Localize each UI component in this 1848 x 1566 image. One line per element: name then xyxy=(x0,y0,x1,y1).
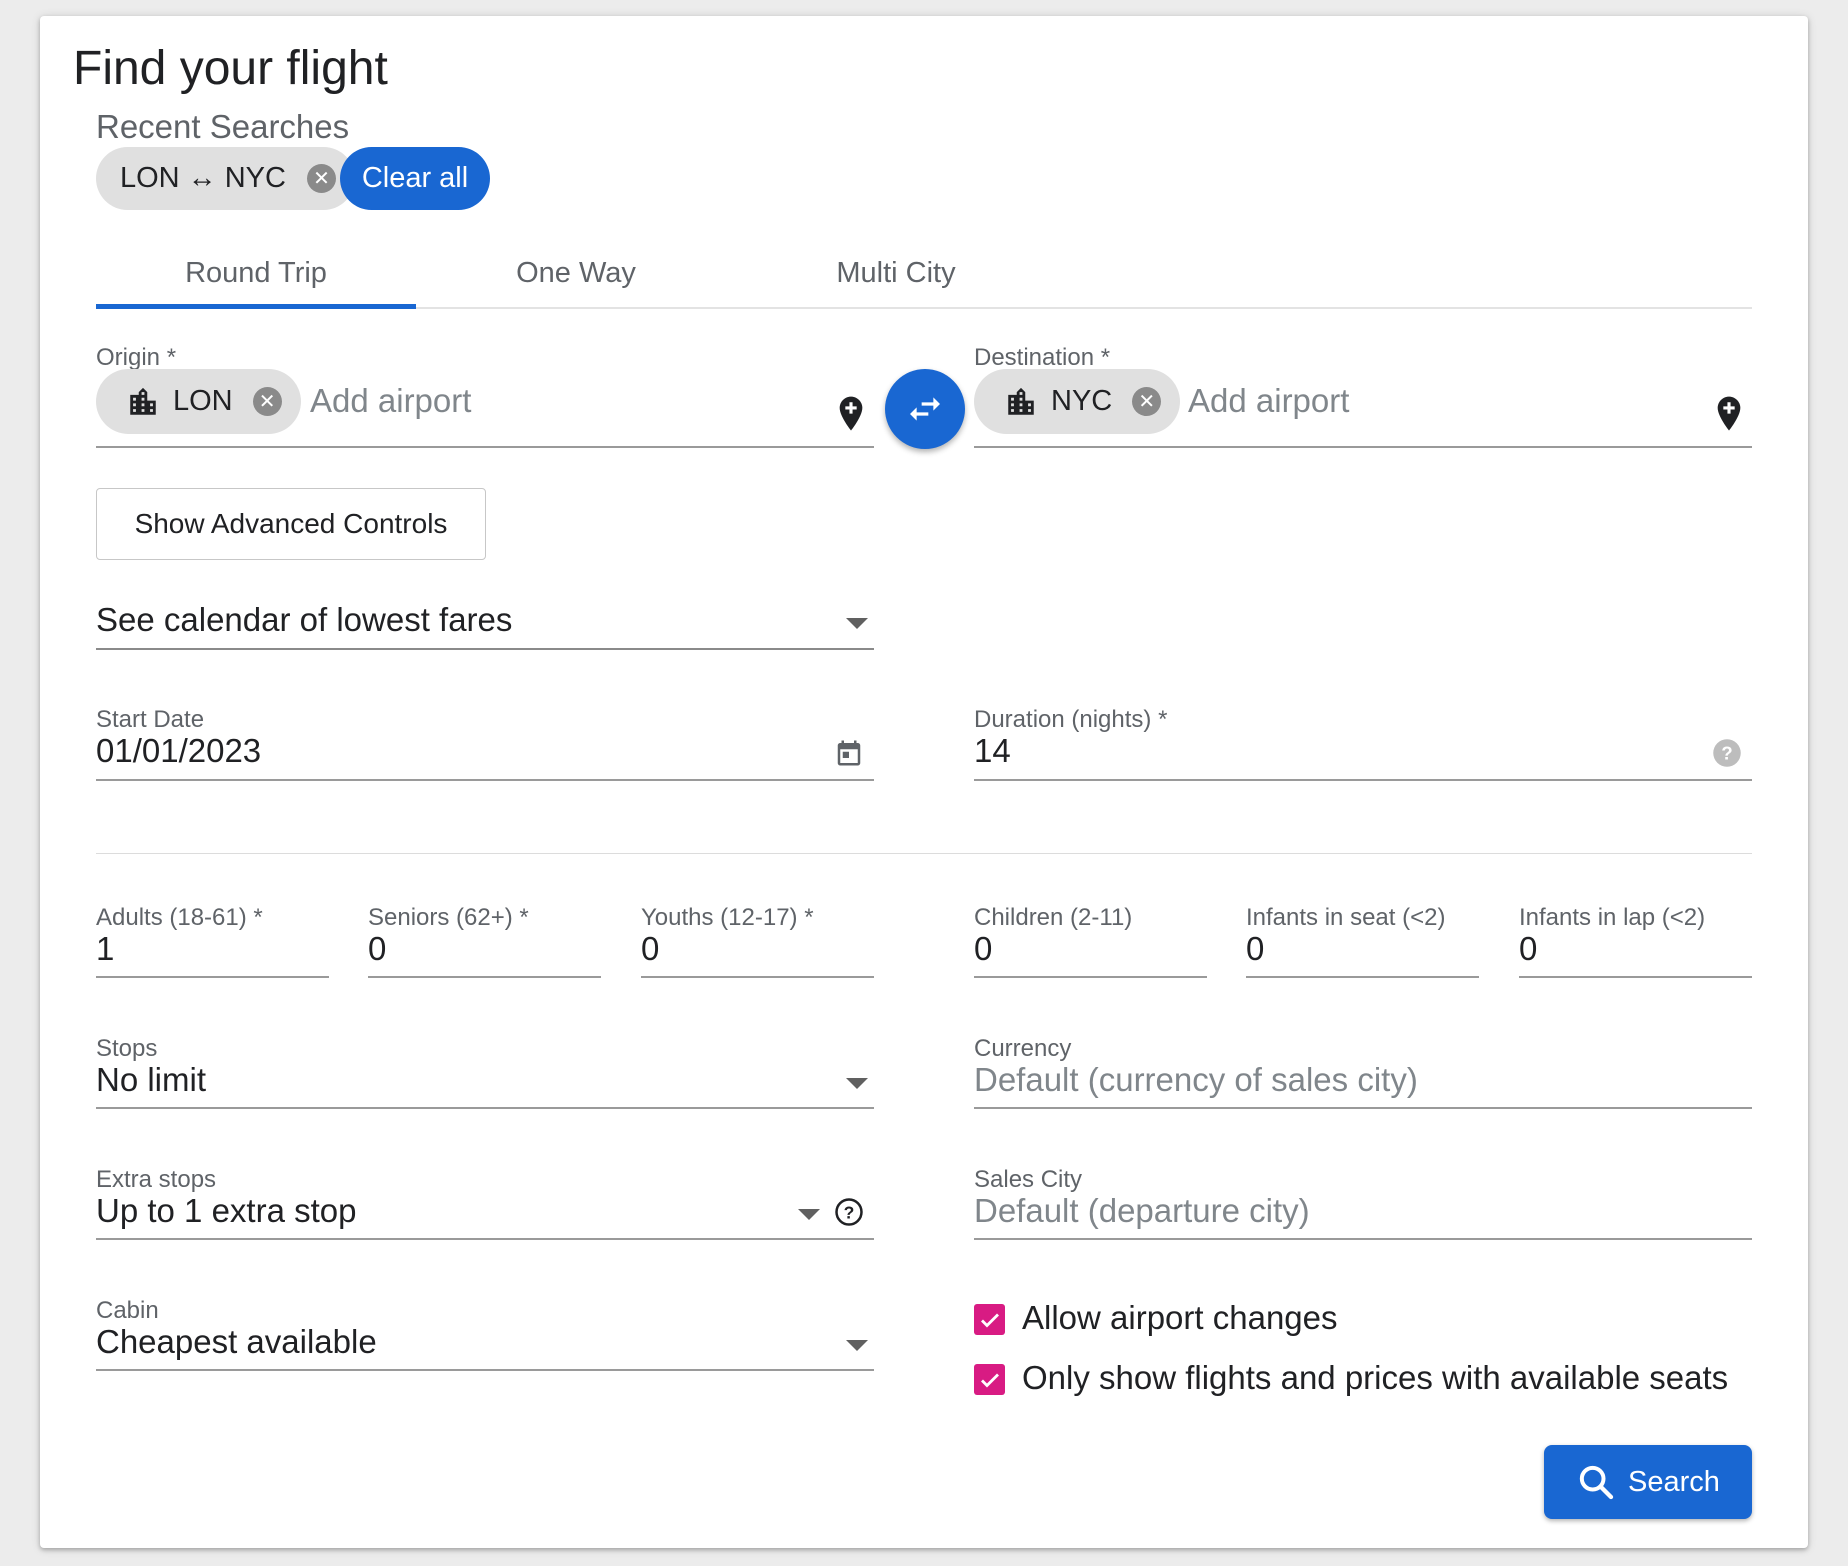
city-icon xyxy=(1008,387,1034,415)
currency-input[interactable]: Default (currency of sales city) xyxy=(974,1061,1418,1099)
origin-chip-label: LON xyxy=(173,385,233,417)
infants-lap-underline xyxy=(1519,976,1752,978)
city-icon xyxy=(130,387,156,415)
sales-city-label: Sales City xyxy=(974,1166,1083,1193)
destination-underline xyxy=(974,446,1752,448)
origin-chip[interactable]: LON ✕ xyxy=(96,369,301,434)
cancel-icon[interactable]: ✕ xyxy=(252,387,282,416)
tab-round-trip[interactable]: Round Trip xyxy=(96,238,416,308)
cabin-label: Cabin xyxy=(96,1297,159,1324)
youths-label: Youths (12-17) * xyxy=(641,904,814,931)
destination-label: Destination * xyxy=(974,344,1111,371)
cancel-icon[interactable]: ✕ xyxy=(306,164,336,193)
destination-input[interactable]: Add airport xyxy=(1188,382,1349,420)
infants-lap-input[interactable]: 0 xyxy=(1519,930,1537,968)
origin-input[interactable]: Add airport xyxy=(310,382,471,420)
infants-seat-label: Infants in seat (<2) xyxy=(1246,904,1446,931)
section-divider xyxy=(96,853,1752,854)
seniors-label: Seniors (62+) * xyxy=(368,904,529,931)
stops-label: Stops xyxy=(96,1035,158,1062)
dropdown-arrow-icon[interactable] xyxy=(798,1209,820,1220)
origin-underline xyxy=(96,446,874,448)
add-location-icon[interactable] xyxy=(834,394,868,436)
cabin-underline xyxy=(96,1369,874,1371)
duration-label: Duration (nights) * xyxy=(974,706,1168,733)
duration-underline xyxy=(974,779,1752,781)
help-icon[interactable]: ? xyxy=(834,1197,864,1227)
currency-underline xyxy=(974,1107,1752,1109)
recent-search-chip[interactable]: LON ↔ NYC ✕ xyxy=(96,147,355,210)
children-input[interactable]: 0 xyxy=(974,930,992,968)
calendar-select-underline xyxy=(96,648,874,650)
swap-button[interactable] xyxy=(885,369,965,449)
currency-label: Currency xyxy=(974,1035,1072,1062)
flight-search-card: Find your flight Recent Searches LON ↔ N… xyxy=(40,16,1808,1548)
available-seats-label[interactable]: Only show flights and prices with availa… xyxy=(1022,1359,1728,1397)
tab-multi-city[interactable]: Multi City xyxy=(736,238,1056,308)
adults-label: Adults (18-61) * xyxy=(96,904,263,931)
sales-city-underline xyxy=(974,1238,1752,1240)
destination-chip-label: NYC xyxy=(1051,385,1113,417)
cancel-icon[interactable]: ✕ xyxy=(1132,387,1162,416)
add-location-icon[interactable] xyxy=(1712,394,1746,436)
clear-all-button[interactable]: Clear all xyxy=(340,147,490,210)
origin-label: Origin * xyxy=(96,344,177,371)
cabin-select[interactable]: Cheapest available xyxy=(96,1323,377,1361)
calendar-icon[interactable] xyxy=(834,737,864,769)
start-date-label: Start Date xyxy=(96,706,205,733)
tab-active-indicator xyxy=(96,304,416,309)
dropdown-arrow-icon[interactable] xyxy=(846,618,868,629)
duration-input[interactable]: 14 xyxy=(974,732,1011,770)
search-icon xyxy=(1579,1465,1614,1500)
seniors-underline xyxy=(368,976,601,978)
show-advanced-controls-button[interactable]: Show Advanced Controls xyxy=(96,488,486,560)
extra-stops-underline xyxy=(96,1238,874,1240)
allow-airport-changes-label[interactable]: Allow airport changes xyxy=(1022,1299,1338,1337)
extra-stops-label: Extra stops xyxy=(96,1166,217,1193)
check-icon xyxy=(980,1313,999,1327)
adults-input[interactable]: 1 xyxy=(96,930,114,968)
infants-seat-underline xyxy=(1246,976,1479,978)
stops-select[interactable]: No limit xyxy=(96,1061,206,1099)
children-label: Children (2-11) xyxy=(974,904,1133,931)
extra-stops-select[interactable]: Up to 1 extra stop xyxy=(96,1192,356,1230)
dropdown-arrow-icon[interactable] xyxy=(846,1078,868,1089)
available-seats-checkbox[interactable] xyxy=(974,1364,1005,1395)
children-underline xyxy=(974,976,1207,978)
infants-lap-label: Infants in lap (<2) xyxy=(1519,904,1706,931)
tab-one-way[interactable]: One Way xyxy=(416,238,736,308)
start-date-underline xyxy=(96,779,874,781)
youths-input[interactable]: 0 xyxy=(641,930,659,968)
swap-icon xyxy=(910,397,940,421)
seniors-input[interactable]: 0 xyxy=(368,930,386,968)
recent-searches-label: Recent Searches xyxy=(96,108,350,145)
infants-seat-input[interactable]: 0 xyxy=(1246,930,1264,968)
help-icon[interactable]: ? xyxy=(1712,738,1742,768)
search-button-label: Search xyxy=(1628,1465,1720,1498)
destination-chip[interactable]: NYC ✕ xyxy=(974,369,1181,434)
allow-airport-changes-checkbox[interactable] xyxy=(974,1304,1005,1335)
stops-underline xyxy=(96,1107,874,1109)
search-button[interactable]: Search xyxy=(1544,1445,1752,1519)
calendar-select[interactable]: See calendar of lowest fares xyxy=(96,601,512,639)
start-date-input[interactable]: 01/01/2023 xyxy=(96,732,261,770)
svg-text:?: ? xyxy=(844,1202,855,1222)
adults-underline xyxy=(96,976,329,978)
youths-underline xyxy=(641,976,874,978)
dropdown-arrow-icon[interactable] xyxy=(846,1340,868,1351)
page-title: Find your flight xyxy=(73,42,388,95)
recent-search-chip-label: LON ↔ NYC xyxy=(120,162,286,194)
svg-text:?: ? xyxy=(1721,742,1732,763)
check-icon xyxy=(980,1373,999,1387)
sales-city-input[interactable]: Default (departure city) xyxy=(974,1192,1310,1230)
